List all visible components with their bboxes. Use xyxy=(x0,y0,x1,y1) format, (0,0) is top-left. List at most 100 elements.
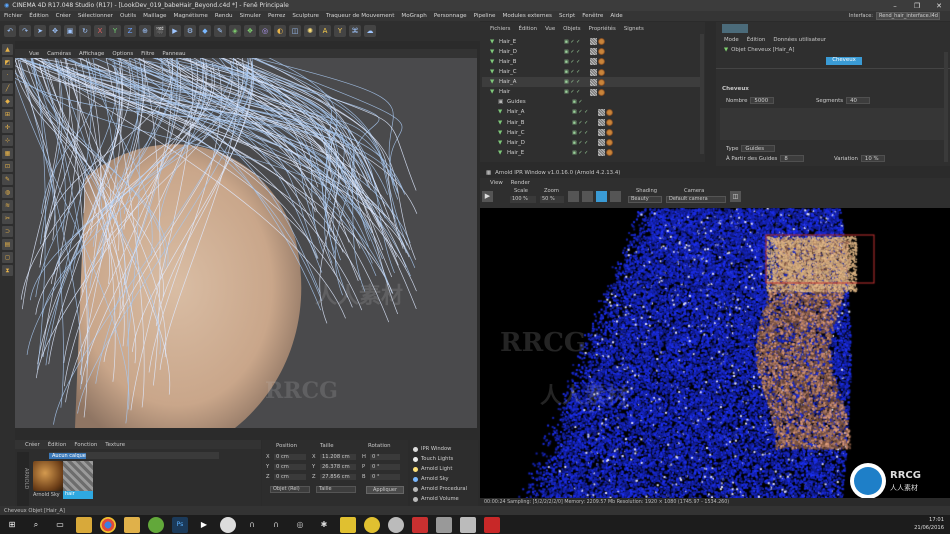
racines-field[interactable]: 8 xyxy=(780,155,805,162)
object-menu-item[interactable]: Objets xyxy=(563,26,580,32)
minimize-button[interactable]: – xyxy=(884,0,906,11)
maximize-button[interactable]: ❐ xyxy=(906,0,928,11)
cube-icon[interactable]: ◆ xyxy=(199,25,211,37)
material-tag-icon[interactable] xyxy=(598,58,605,66)
app-window-icon[interactable] xyxy=(436,516,452,533)
menu-item[interactable]: Édition xyxy=(29,13,48,19)
app-spiral-icon[interactable]: ◎ xyxy=(292,517,308,533)
material-tag-icon[interactable] xyxy=(598,88,605,96)
attr-active-tab-cheveux[interactable]: Cheveux xyxy=(826,57,862,65)
attr-scrollbar[interactable] xyxy=(944,52,948,162)
hair-cut-icon[interactable]: ✂ xyxy=(2,213,13,224)
axis-mode-icon[interactable]: ✢ xyxy=(2,122,13,133)
viewport-menu-item[interactable]: Filtre xyxy=(141,51,154,57)
viewport-menu-item[interactable]: Caméras xyxy=(47,51,71,57)
display-tag-icon[interactable] xyxy=(590,48,597,56)
size-field[interactable]: 27.856 cm xyxy=(320,474,356,480)
menu-item[interactable]: Traqueur de Mouvement xyxy=(326,13,394,19)
grid-icon[interactable]: ▤ xyxy=(2,239,13,250)
fit-view-icon[interactable] xyxy=(568,191,579,202)
workplane-icon[interactable]: ▦ xyxy=(2,148,13,159)
object-flags[interactable]: ▣ ✓ ✓ xyxy=(564,69,590,75)
viewport-menu-item[interactable]: Affichage xyxy=(79,51,104,57)
variation-field[interactable]: 10 % xyxy=(860,155,885,162)
menu-item[interactable]: Créer xyxy=(56,13,71,19)
arnold-menu-item[interactable]: Arnold Procedural xyxy=(410,484,478,494)
3d-viewport[interactable]: 人人素材 RRCG xyxy=(15,58,477,428)
app-red-icon[interactable] xyxy=(412,516,428,533)
material-swatch-sky[interactable] xyxy=(33,461,63,491)
play-render-button[interactable]: ▶ xyxy=(482,191,493,202)
arnold-side-tab[interactable]: ARNOLD xyxy=(17,452,29,506)
menu-item[interactable]: Fichier xyxy=(4,13,22,19)
material-menu-item[interactable]: Texture xyxy=(105,442,125,448)
media-icon[interactable]: ▶ xyxy=(196,517,212,533)
sculpt-icon[interactable]: ◍ xyxy=(2,187,13,198)
brush-icon[interactable]: ✎ xyxy=(2,174,13,185)
attr-header-tab[interactable] xyxy=(722,24,748,33)
system-clock[interactable]: 17:01 21/06/2016 xyxy=(914,516,944,532)
segments-field[interactable]: 40 xyxy=(846,97,871,104)
position-field[interactable]: 0 cm xyxy=(274,474,306,480)
material-tag-icon[interactable] xyxy=(606,119,613,127)
scale-field[interactable]: 100 % xyxy=(510,196,536,203)
object-manager-scrollbar[interactable] xyxy=(700,34,704,154)
y-axis-icon[interactable]: Y xyxy=(109,25,121,37)
menu-item[interactable]: MoGraph xyxy=(401,13,426,19)
display-tag-icon[interactable] xyxy=(598,119,605,127)
menu-item[interactable]: Outils xyxy=(120,13,136,19)
menu-item[interactable]: Fenêtre xyxy=(582,13,603,19)
object-flags[interactable]: ▣ ✓ ✓ xyxy=(572,120,598,126)
menu-item[interactable]: Maillage xyxy=(143,13,166,19)
rotate-icon[interactable]: ↻ xyxy=(79,25,91,37)
array-icon[interactable]: ❖ xyxy=(244,25,256,37)
camera-select[interactable]: Default camera xyxy=(666,196,726,203)
material-tag-icon[interactable] xyxy=(598,48,605,56)
rotation-field[interactable]: 0 ° xyxy=(370,474,400,480)
deformer-icon[interactable]: ◎ xyxy=(259,25,271,37)
size-mode-select[interactable]: Taille xyxy=(316,486,356,493)
object-row[interactable]: ▼ Hair_A ▣ ✓ ✓ xyxy=(482,77,702,87)
object-menu-item[interactable]: Édition xyxy=(518,26,537,32)
arnold-menu-item[interactable]: Arnold Sky xyxy=(410,474,478,484)
app-arch2-icon[interactable]: ∩ xyxy=(268,517,284,533)
hair-comb-icon[interactable]: ≋ xyxy=(2,200,13,211)
render-picture-icon[interactable]: ▶ xyxy=(169,25,181,37)
attr-tab-edit[interactable]: Édition xyxy=(747,37,766,43)
windows-start-icon[interactable]: ⊞ xyxy=(4,517,20,533)
object-row[interactable]: ▼ Hair_E ▣ ✓ ✓ xyxy=(482,37,702,47)
display-tag-icon[interactable] xyxy=(590,68,597,76)
undo-icon[interactable]: ↶ xyxy=(4,25,16,37)
viewport-menu-item[interactable]: Vue xyxy=(29,51,39,57)
menu-item[interactable]: Script xyxy=(559,13,575,19)
x-axis-icon[interactable]: X xyxy=(94,25,106,37)
menu-item[interactable]: Modules externes xyxy=(503,13,552,19)
object-row[interactable]: ▼ Hair_D ▣ ✓ ✓ xyxy=(482,138,702,148)
app-hazard-icon[interactable] xyxy=(364,516,380,533)
material-tag-icon[interactable] xyxy=(598,78,605,86)
viewport-canvas[interactable] xyxy=(15,58,477,428)
display-tag-icon[interactable] xyxy=(598,149,605,157)
green-app-icon[interactable] xyxy=(148,516,164,533)
coord-mode-select[interactable]: Objet (Rel) xyxy=(270,486,310,493)
menu-item[interactable]: Aide xyxy=(610,13,622,19)
object-row[interactable]: ▼ Hair_C ▣ ✓ ✓ xyxy=(482,67,702,77)
photoshop-icon[interactable]: Ps xyxy=(172,516,188,533)
polygons-mode-icon[interactable]: ◆ xyxy=(2,96,13,107)
magnet-icon[interactable]: ⊃ xyxy=(2,226,13,237)
snapshot-icon[interactable] xyxy=(610,191,621,202)
camera-snapshot-icon[interactable]: ◫ xyxy=(730,191,741,202)
viewport-menu-item[interactable]: Options xyxy=(112,51,133,57)
material-menu-item[interactable]: Édition xyxy=(48,442,67,448)
app-disc-icon[interactable] xyxy=(388,516,404,533)
material-swatch-hair[interactable] xyxy=(63,461,93,491)
object-flags[interactable]: ▣ ✓ ✓ xyxy=(572,130,598,136)
nombre-field[interactable]: 5000 xyxy=(750,97,775,104)
material-tag-icon[interactable] xyxy=(606,149,613,157)
attr-tab-mode[interactable]: Mode xyxy=(724,37,739,43)
z-axis-icon[interactable]: Z xyxy=(124,25,136,37)
object-menu-item[interactable]: Signets xyxy=(624,26,644,32)
material-menu-item[interactable]: Créer xyxy=(25,442,40,448)
lock-icon[interactable]: ⊡ xyxy=(2,161,13,172)
object-row[interactable]: ▼ Hair_B ▣ ✓ ✓ xyxy=(482,57,702,67)
